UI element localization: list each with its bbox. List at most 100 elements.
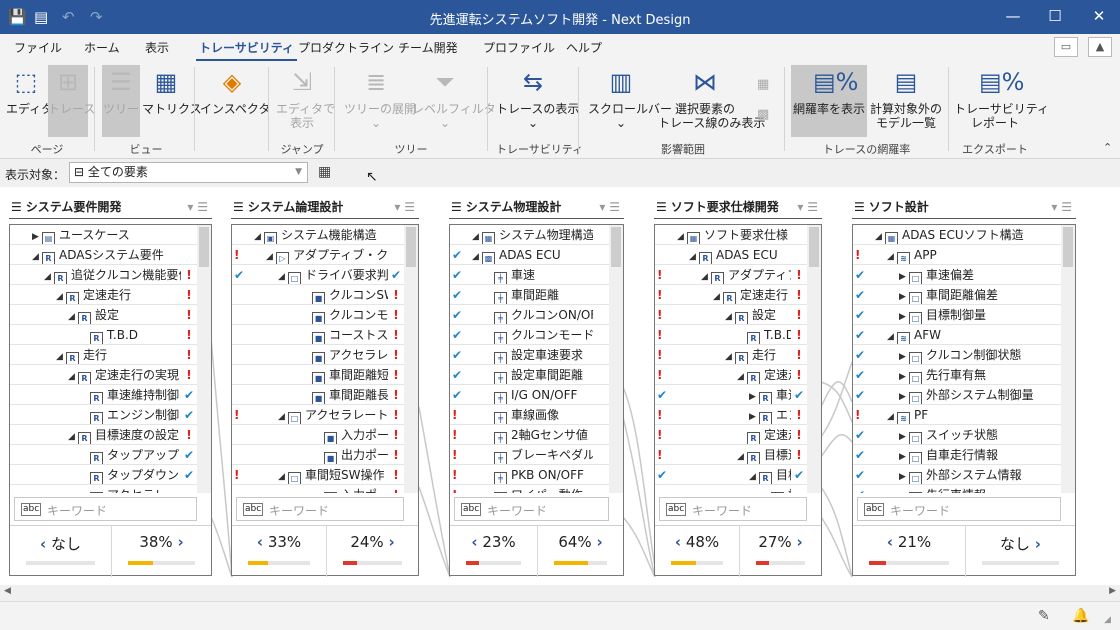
traceability-report-button[interactable]: ▤% トレーサビリティ レポート	[954, 65, 1049, 130]
tab-view[interactable]: 表示	[145, 39, 169, 56]
prev-icon[interactable]: ‹	[887, 533, 893, 551]
tree-row[interactable]: ✔ ╪ 設定車間距離	[450, 365, 609, 385]
expand-toggle-icon[interactable]: ◢	[713, 287, 723, 304]
next-icon[interactable]: ›	[388, 533, 394, 551]
tree-row[interactable]: ✔ ▶ □ 自車走行情報	[853, 445, 1061, 465]
tree-row[interactable]: ✔ ▶ □ クルコン制御状態	[853, 345, 1061, 365]
expand-toggle-icon[interactable]: ▶	[899, 307, 909, 324]
right-coverage[interactable]: 38% ›	[111, 526, 211, 577]
expand-toggle-icon[interactable]: ▶	[899, 427, 909, 444]
tree-row[interactable]: ■ 出力ポート !	[232, 445, 404, 465]
next-icon[interactable]: ›	[177, 533, 183, 551]
tree-row[interactable]: ◢ ▦ システム物理構造	[450, 225, 609, 245]
tree-row[interactable]: ! ╪ PKB ON/OFF	[450, 465, 609, 485]
vertical-scrollbar[interactable]	[807, 225, 821, 493]
tree-row[interactable]: ! ◢R 目標速度 !	[655, 445, 807, 465]
prev-icon[interactable]: ‹	[40, 535, 46, 553]
expand-toggle-icon[interactable]: ◢	[68, 367, 78, 384]
tree-row[interactable]: ! ╪ 車線画像	[450, 405, 609, 425]
vertical-scrollbar[interactable]	[197, 225, 211, 493]
comment-icon[interactable]: ▭	[1054, 37, 1078, 57]
scroll-thumb[interactable]	[1063, 227, 1073, 267]
tree-row[interactable]: ✔ ╪ I/G ON/OFF	[450, 385, 609, 405]
panel-options-icon[interactable]: ▾ ☰	[1051, 195, 1072, 219]
tree-row[interactable]: ! ╪ ワイパー動作	[450, 485, 609, 493]
tree-view-button[interactable]: ☰ ツリー	[102, 65, 140, 137]
tree-row[interactable]: □ 設定	[655, 485, 807, 493]
tree-row[interactable]: ✔ ▶ □ 先行車有無	[853, 365, 1061, 385]
tree-row[interactable]: ✔ ◢R 目標速度設定 ✔	[655, 465, 807, 485]
tree-row[interactable]: R アクセラレート	[10, 485, 197, 493]
collapse-icon[interactable]: ⌃	[1103, 141, 1112, 154]
expand-toggle-icon[interactable]: ◢	[725, 307, 735, 324]
expand-toggle-icon[interactable]: ◢	[677, 227, 687, 244]
next-icon[interactable]: ›	[596, 533, 602, 551]
tree-row[interactable]: ! ▶R エンジン制御 !	[655, 405, 807, 425]
refresh-filter-icon[interactable]: ▦	[318, 164, 331, 180]
panel-options-icon[interactable]: ▾ ☰	[599, 195, 620, 219]
expand-toggle-icon[interactable]: ▶	[899, 487, 909, 493]
tree-row[interactable]: ✔ ◢ ▩ ADAS ECU	[450, 245, 609, 265]
expand-toggle-icon[interactable]: ◢	[472, 227, 482, 244]
tab-profile[interactable]: プロファイル	[483, 39, 555, 56]
expand-toggle-icon[interactable]: ◢	[887, 327, 897, 344]
tree-row[interactable]: ✔ ▶ □ 車間距離偏差	[853, 285, 1061, 305]
tree-row[interactable]: ◢ R 定速走行の実現 !	[10, 365, 197, 385]
keyword-search[interactable]: abc キーワード	[857, 497, 1061, 521]
scroll-thumb[interactable]	[611, 227, 621, 267]
expand-toggle-icon[interactable]: ◢	[887, 247, 897, 264]
right-coverage[interactable]: なし ›	[965, 526, 1075, 577]
expand-toggle-icon[interactable]: ▶	[899, 387, 909, 404]
prev-icon[interactable]: ‹	[675, 533, 681, 551]
search-input[interactable]: キーワード	[692, 502, 752, 519]
panel-menu-icon[interactable]: ☰	[451, 200, 462, 214]
minimize-icon[interactable]: —	[1002, 7, 1024, 25]
search-input[interactable]: キーワード	[890, 502, 950, 519]
tree-row[interactable]: ✔ ▶□ 先行車情報	[853, 485, 1061, 493]
tree-row[interactable]: ! ◢□ アクセラレート判定 !	[232, 405, 404, 425]
tree-row[interactable]: ✔ ╪ クルコンモード	[450, 325, 609, 345]
expand-toggle-icon[interactable]: ▶	[749, 387, 759, 404]
tree-row[interactable]: ■ 入力ポート !	[232, 485, 404, 493]
expand-toggle-icon[interactable]: ▶	[899, 347, 909, 364]
tree-row[interactable]: ✔ ◢ ≋ AFW	[853, 325, 1061, 345]
tree-row[interactable]: ■ コーストスW !	[232, 325, 404, 345]
expand-toggle-icon[interactable]: ◢	[737, 447, 747, 464]
horizontal-scrollbar[interactable]: ◀ ▶	[0, 585, 1120, 601]
scroll-right-icon[interactable]: ▶	[1109, 586, 1116, 596]
tree-row[interactable]: R エンジン制御 ✔	[10, 405, 197, 425]
tree-row[interactable]: ■ クルコンSW ON/OFF !	[232, 285, 404, 305]
tree-row[interactable]: ◢ R 設定 !	[10, 305, 197, 325]
expand-toggle-icon[interactable]: ▶	[749, 407, 759, 424]
tree-row[interactable]: ! ◢R 定速走行の実現 !	[655, 365, 807, 385]
expand-toggle-icon[interactable]: ◢	[32, 247, 42, 264]
expand-toggle-icon[interactable]: ◢	[725, 347, 735, 364]
tree-row[interactable]: ✔ ╪ 車速	[450, 265, 609, 285]
trace-button[interactable]: ⊞ トレース	[48, 65, 95, 137]
impact-small-icon[interactable]: ▦	[757, 77, 769, 92]
tree-row[interactable]: ◢ R 定速走行 !	[10, 285, 197, 305]
vertical-scrollbar[interactable]	[404, 225, 418, 493]
tab-traceability[interactable]: トレーサビリティ	[195, 39, 298, 61]
tree-row[interactable]: ◢ ▦ ADAS ECUソフト構造	[853, 225, 1061, 245]
panel-menu-icon[interactable]: ☰	[11, 200, 22, 214]
left-coverage[interactable]: ‹ 33%	[232, 526, 326, 577]
expand-toggle-icon[interactable]: ◢	[278, 467, 288, 484]
tree-row[interactable]: ! ◢ R 設定 !	[655, 305, 807, 325]
notification-bell-icon[interactable]: 🔔	[1072, 608, 1089, 624]
tree-row[interactable]: ✔ ▶ □ 目標制御量	[853, 305, 1061, 325]
expand-toggle-icon[interactable]: ▶	[899, 367, 909, 384]
tree-row[interactable]: ◢ R ADAS ECU	[655, 245, 807, 265]
tree-row[interactable]: ▶ ▤ ユースケース	[10, 225, 197, 245]
expand-toggle-icon[interactable]: ◢	[749, 467, 759, 484]
panel-menu-icon[interactable]: ☰	[233, 200, 244, 214]
vertical-scrollbar[interactable]	[1061, 225, 1075, 493]
excluded-models-button[interactable]: ▤ 計算対象外の モデル一覧	[870, 65, 942, 130]
impact-small-icon-2[interactable]: ▩	[757, 107, 769, 122]
collapse-ribbon-icon[interactable]: ▲	[1088, 37, 1112, 57]
tree-row[interactable]: ! R 定速走行 !	[655, 425, 807, 445]
tree-row[interactable]: ! R T.B.D !	[655, 325, 807, 345]
tree-row[interactable]: ! ◢ R 走行 !	[655, 345, 807, 365]
tree-row[interactable]: ✔ ▶ □ 外部システム制御量	[853, 385, 1061, 405]
tree-row[interactable]: ! ◢ □ 車間短SW操作 !	[232, 465, 404, 485]
